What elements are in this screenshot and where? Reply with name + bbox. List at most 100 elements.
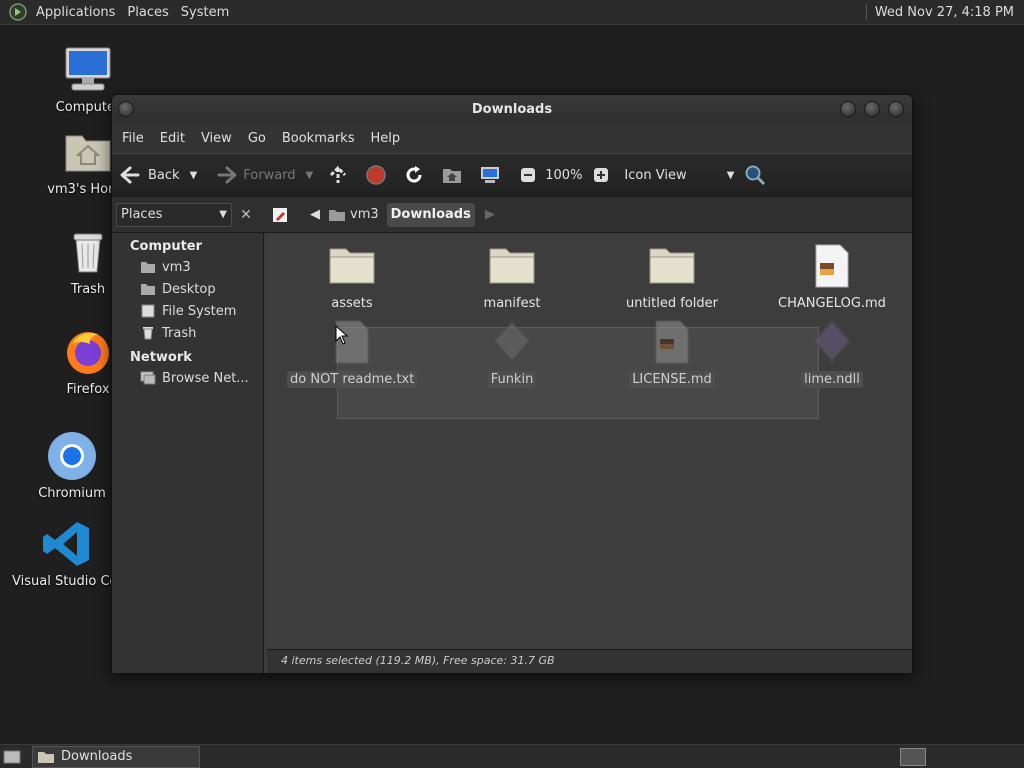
view-mode-dropdown-icon: ▼ — [726, 169, 735, 181]
minimize-button[interactable] — [840, 101, 856, 117]
home-button[interactable] — [441, 164, 469, 186]
breadcrumb-left-arrow-icon[interactable]: ◀ — [306, 203, 324, 227]
search-icon — [744, 164, 766, 186]
desktop-icon-vscode[interactable]: Visual Studio Code — [12, 518, 122, 589]
bottom-panel: Downloads — [0, 744, 1024, 768]
sidebar-heading-network: Network — [130, 350, 192, 365]
back-label: Back — [148, 167, 180, 183]
executable-icon — [488, 319, 536, 367]
places-menu[interactable]: Places — [121, 0, 174, 25]
chromium-icon — [46, 430, 98, 482]
distro-logo-icon[interactable] — [8, 2, 28, 22]
desktop-icon-chromium[interactable]: Chromium — [22, 430, 122, 501]
zoom-out-icon[interactable] — [517, 164, 539, 186]
sidebar-item-trash[interactable]: Trash — [112, 322, 263, 344]
close-button[interactable] — [888, 101, 904, 117]
sidebar-item-filesystem[interactable]: File System — [112, 300, 263, 322]
sidebar-item-browse-network[interactable]: Browse Net... — [112, 367, 263, 389]
sidebar-heading-computer: Computer — [130, 239, 203, 254]
breadcrumb-right-arrow-icon[interactable]: ▶ — [481, 203, 499, 227]
sidebar-type-select[interactable]: Places ▼ — [116, 202, 232, 227]
workspace-switcher[interactable] — [900, 747, 926, 766]
location-bar: Places ▼ ✕ ◀ vm3 Downloads ▶ — [112, 197, 912, 233]
sidebar: Computer vm3 Desktop File System Trash N… — [112, 233, 264, 673]
search-button[interactable] — [744, 164, 772, 186]
desktop-icon-label: Chromium — [38, 486, 106, 501]
taskbar-item-downloads[interactable]: Downloads — [32, 745, 200, 768]
stop-button[interactable] — [365, 164, 393, 186]
menubar: File Edit View Go Bookmarks Help — [112, 123, 912, 153]
trash-icon — [62, 226, 114, 278]
forward-label: Forward — [243, 167, 296, 183]
stop-icon — [365, 164, 387, 186]
reload-button[interactable] — [403, 164, 431, 186]
close-sidebar-icon[interactable]: ✕ — [236, 205, 256, 225]
trash-icon — [140, 325, 156, 341]
file-view[interactable]: assets manifest untitled folder CHANGELO… — [267, 233, 912, 649]
menu-bookmarks[interactable]: Bookmarks — [274, 131, 363, 146]
zoom-level: 100% — [545, 167, 583, 183]
sidebar-item-vm3[interactable]: vm3 — [112, 256, 263, 278]
file-name: untitled folder — [625, 296, 718, 311]
taskbar-item-label: Downloads — [61, 749, 133, 764]
forward-dropdown-icon[interactable]: ▼ — [306, 170, 314, 181]
home-folder-icon — [62, 126, 114, 178]
menu-edit[interactable]: Edit — [152, 131, 193, 146]
panel-separator — [865, 4, 867, 20]
file-item-untitled-folder[interactable]: untitled folder — [607, 243, 737, 312]
sidebar-item-label: File System — [162, 303, 237, 319]
show-desktop-icon[interactable] — [2, 747, 22, 767]
status-bar: 4 items selected (119.2 MB), Free space:… — [267, 649, 912, 673]
file-item-lime-ndll[interactable]: lime.ndll — [767, 319, 897, 388]
forward-button[interactable]: Forward ▼ — [215, 164, 313, 186]
file-name: CHANGELOG.md — [778, 296, 886, 311]
applications-menu[interactable]: Applications — [30, 0, 121, 25]
sidebar-item-label: Desktop — [162, 281, 216, 297]
zoom-control[interactable]: 100% — [517, 164, 618, 186]
up-arrow-icon — [327, 164, 349, 186]
window-menu-button[interactable] — [118, 101, 134, 117]
edit-location-button[interactable] — [268, 203, 292, 227]
file-name: do NOT readme.txt — [287, 371, 418, 388]
menu-view[interactable]: View — [193, 131, 240, 146]
chevron-down-icon: ▼ — [219, 209, 227, 220]
file-name: manifest — [483, 296, 541, 311]
file-name: Funkin — [487, 371, 537, 388]
home-icon — [329, 209, 345, 221]
zoom-in-icon[interactable] — [590, 164, 612, 186]
system-menu[interactable]: System — [175, 0, 235, 25]
clock[interactable]: Wed Nov 27, 4:18 PM — [875, 5, 1024, 20]
sidebar-item-desktop[interactable]: Desktop — [112, 278, 263, 300]
file-item-funkin[interactable]: Funkin — [447, 319, 577, 388]
menu-file[interactable]: File — [114, 131, 152, 146]
edit-icon — [273, 207, 287, 222]
back-dropdown-icon[interactable]: ▼ — [190, 170, 198, 181]
file-name: lime.ndll — [801, 371, 863, 388]
firefox-icon — [62, 326, 114, 378]
forward-arrow-icon — [215, 164, 238, 186]
file-item-do-not-readme[interactable]: do NOT readme.txt — [287, 319, 418, 388]
computer-icon — [479, 164, 501, 186]
file-manager-window: Downloads File Edit View Go Bookmarks He… — [111, 94, 913, 674]
up-button[interactable] — [327, 164, 355, 186]
folder-icon — [328, 243, 376, 291]
breadcrumb-downloads[interactable]: Downloads — [386, 202, 475, 227]
home-icon — [140, 259, 156, 275]
file-item-license[interactable]: LICENSE.md — [607, 319, 737, 388]
top-panel: Applications Places System Wed Nov 27, 4… — [0, 0, 1024, 25]
breadcrumb-label: Downloads — [390, 207, 471, 222]
menu-go[interactable]: Go — [240, 131, 274, 146]
breadcrumb-label: vm3 — [350, 207, 379, 222]
mouse-cursor-icon — [335, 325, 349, 345]
maximize-button[interactable] — [864, 101, 880, 117]
file-item-changelog[interactable]: CHANGELOG.md — [767, 243, 897, 312]
back-button[interactable]: Back ▼ — [120, 164, 197, 186]
window-titlebar[interactable]: Downloads — [112, 95, 912, 123]
file-item-manifest[interactable]: manifest — [447, 243, 577, 312]
breadcrumb-vm3[interactable]: vm3 — [324, 203, 383, 227]
menu-help[interactable]: Help — [362, 131, 408, 146]
view-mode-select[interactable]: Icon View ▼ — [624, 168, 734, 183]
computer-button[interactable] — [479, 164, 507, 186]
file-item-assets[interactable]: assets — [287, 243, 417, 312]
view-mode-label: Icon View — [624, 167, 687, 183]
